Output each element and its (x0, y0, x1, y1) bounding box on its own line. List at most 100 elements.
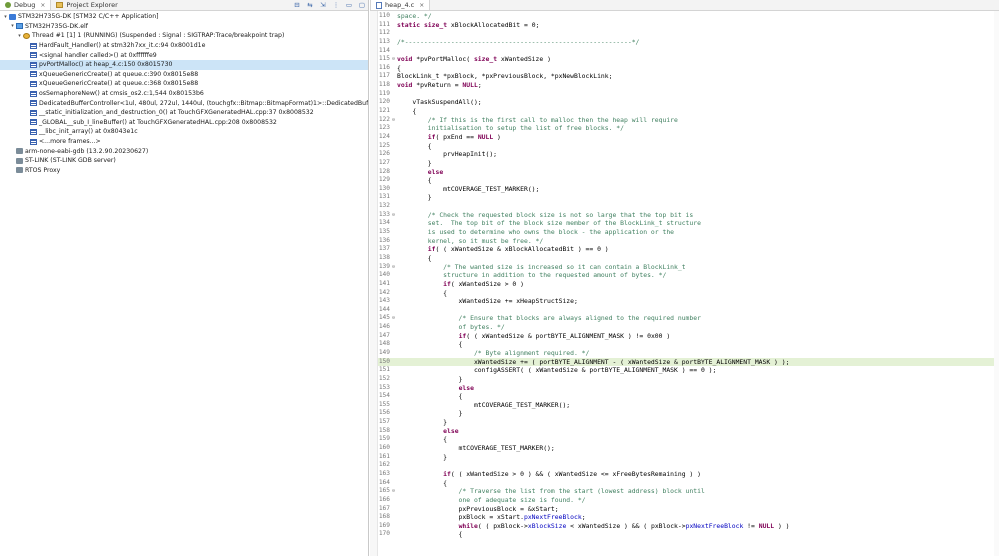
code-line[interactable]: 167 pxPreviousBlock = &xStart; (378, 505, 999, 514)
code-line[interactable]: 162 (378, 461, 999, 470)
tab-project-explorer[interactable]: Project Explorer (51, 0, 122, 10)
code-line[interactable]: 113 /*-----------------------------------… (378, 38, 999, 47)
tree-item[interactable]: __static_initialization_and_destruction_… (0, 108, 368, 118)
tab-heap-4-c[interactable]: heap_4.c × (370, 0, 431, 10)
tree-item[interactable]: ▾ Thread #1 [1] 1 (RUNNING) (Suspended : … (0, 31, 368, 41)
link-editor-icon[interactable]: ⇆ (306, 1, 314, 9)
code-line[interactable]: 170 { (378, 530, 999, 539)
tree-item[interactable]: __libc_init_array() at 0x8043e1c (0, 127, 368, 137)
code-line[interactable]: 122 ⊖ /* If this is the first call to mal… (378, 116, 999, 125)
code-line[interactable]: 126 prvHeapInit(); (378, 150, 999, 159)
code-line[interactable]: 133 ⊖ /* Check the requested block size i… (378, 211, 999, 220)
code-line[interactable]: 121 { (378, 107, 999, 116)
code-line[interactable]: 135 is used to determine who owns the bl… (378, 228, 999, 237)
code-line[interactable]: 141 if( xWantedSize > 0 ) (378, 280, 999, 289)
code-line[interactable]: 130 mtCOVERAGE_TEST_MARKER(); (378, 185, 999, 194)
code-line[interactable]: 134 set. The top bit of the block size m… (378, 219, 999, 228)
expand-toggle-icon[interactable]: ▾ (16, 33, 23, 39)
tree-item[interactable]: <...more frames...> (0, 137, 368, 147)
code-line[interactable]: 158 else (378, 427, 999, 436)
tree-item[interactable]: HardFault_Handler() at stm32h7xx_it.c:94… (0, 41, 368, 51)
tree-item[interactable]: ST-LINK (ST-LINK GDB server) (0, 156, 368, 166)
code-line[interactable]: 111 static size_t xBlockAllocatedBit = 0; (378, 21, 999, 30)
code-line[interactable]: 115 ⊖ void *pvPortMalloc( size_t xWantedSi… (378, 55, 999, 64)
code-line[interactable]: 125 { (378, 142, 999, 151)
code-line[interactable]: 154 { (378, 392, 999, 401)
tree-item[interactable]: ▾ STM32H735G-DK [STM32 C/C++ Application] (0, 12, 368, 22)
tree-item[interactable]: osSemaphoreNew() at cmsis_os2.c:1,544 0x… (0, 89, 368, 99)
tree-item[interactable]: RTOS Proxy (0, 166, 368, 176)
code-line[interactable]: 131 } (378, 193, 999, 202)
code-line[interactable]: 165 ⊖ /* Traverse the list from the start… (378, 487, 999, 496)
tree-item[interactable]: ▾ STM32H735G-DK.elf (0, 22, 368, 32)
code-line[interactable]: 137 if( ( xWantedSize & xBlockAllocatedB… (378, 245, 999, 254)
vertical-ruler[interactable] (370, 11, 378, 556)
expand-toggle-icon[interactable]: ▾ (2, 14, 9, 20)
tree-item[interactable]: DedicatedBufferController<1ul, 480ul, 27… (0, 98, 368, 108)
tree-item[interactable]: xQueueGenericCreate() at queue.c:368 0x8… (0, 79, 368, 89)
code-line[interactable]: 142 { (378, 289, 999, 298)
code-line[interactable]: 169 while( ( pxBlock->xBlockSize < xWant… (378, 522, 999, 531)
code-line[interactable]: 139 ⊖ /* The wanted size is increased so … (378, 263, 999, 272)
fold-toggle-icon[interactable]: ⊖ (390, 263, 397, 272)
code-line[interactable]: 146 of bytes. */ (378, 323, 999, 332)
step-filter-icon[interactable]: ⇲ (319, 1, 327, 9)
code-line[interactable]: 143 xWantedSize += xHeapStructSize; (378, 297, 999, 306)
current-line[interactable]: 150 xWantedSize += ( portBYTE_ALIGNMENT … (378, 357, 999, 367)
code-editor[interactable]: 110 space. */ 111 static size_t xBlockAlloc… (378, 12, 999, 556)
tree-item[interactable]: <signal handler called>() at 0xffffffe9 (0, 50, 368, 60)
code-line[interactable]: 164 { (378, 479, 999, 488)
code-line[interactable]: 114 (378, 47, 999, 56)
tree-item[interactable]: _GLOBAL__sub_I_lineBuffer() at TouchGFXG… (0, 118, 368, 128)
code-line[interactable]: 166 one of adequate size is found. */ (378, 496, 999, 505)
tab-debug[interactable]: Debug × (0, 0, 52, 10)
code-line[interactable]: 120 vTaskSuspendAll(); (378, 98, 999, 107)
code-line[interactable]: 112 (378, 29, 999, 38)
code-line[interactable]: 147 if( ( xWantedSize & portBYTE_ALIGNME… (378, 332, 999, 341)
code-line[interactable]: 160 mtCOVERAGE_TEST_MARKER(); (378, 444, 999, 453)
fold-toggle-icon[interactable]: ⊖ (390, 211, 397, 220)
code-line[interactable]: 128 else (378, 168, 999, 177)
fold-toggle-icon[interactable]: ⊖ (390, 116, 397, 125)
code-line[interactable]: 116 { (378, 64, 999, 73)
code-line[interactable]: 145 ⊖ /* Ensure that blocks are always al… (378, 314, 999, 323)
code-line[interactable]: 138 { (378, 254, 999, 263)
collapse-all-icon[interactable]: ⊟ (293, 1, 301, 9)
tree-item[interactable]: arm-none-eabi-gdb (13.2.90.20230627) (0, 146, 368, 156)
code-line[interactable]: 151 configASSERT( ( xWantedSize & portBY… (378, 366, 999, 375)
code-line[interactable]: 144 (378, 306, 999, 315)
code-line[interactable]: 132 (378, 202, 999, 211)
code-line[interactable]: 119 (378, 90, 999, 99)
code-line[interactable]: 118 void *pvReturn = NULL; (378, 81, 999, 90)
view-menu-icon[interactable]: ⋮ (332, 1, 340, 9)
code-line[interactable]: 117 BlockLink_t *pxBlock, *pxPreviousBloc… (378, 72, 999, 81)
code-line[interactable]: 123 initialisation to setup the list of … (378, 124, 999, 133)
code-line[interactable]: 140 structure in addition to the request… (378, 271, 999, 280)
code-line[interactable]: 156 } (378, 409, 999, 418)
code-line[interactable]: 159 { (378, 435, 999, 444)
expand-toggle-icon[interactable]: ▾ (9, 23, 16, 29)
maximize-icon[interactable]: ▢ (358, 1, 366, 9)
fold-toggle-icon[interactable]: ⊖ (390, 55, 397, 64)
code-line[interactable]: 110 space. */ (378, 12, 999, 21)
tree-item[interactable]: xQueueGenericCreate() at queue.c:390 0x8… (0, 70, 368, 80)
code-line[interactable]: 127 } (378, 159, 999, 168)
code-line[interactable]: 157 } (378, 418, 999, 427)
code-line[interactable]: 153 else (378, 384, 999, 393)
code-line[interactable]: 149 /* Byte alignment required. */ (378, 349, 999, 358)
code-line[interactable]: 136 kernel, so it must be free. */ (378, 237, 999, 246)
code-line[interactable]: 129 { (378, 176, 999, 185)
code-line[interactable]: 168 pxBlock = xStart.pxNextFreeBlock; (378, 513, 999, 522)
minimize-icon[interactable]: ▭ (345, 1, 353, 9)
code-line[interactable]: 148 { (378, 340, 999, 349)
fold-toggle-icon[interactable]: ⊖ (390, 487, 397, 496)
code-line[interactable]: 152 } (378, 375, 999, 384)
fold-toggle-icon[interactable]: ⊖ (390, 314, 397, 323)
close-icon[interactable]: × (40, 2, 45, 9)
tree-item[interactable]: pvPortMalloc() at heap_4.c:150 0x8015730 (0, 59, 368, 70)
close-icon[interactable]: × (419, 2, 424, 9)
code-line[interactable]: 163 if( ( xWantedSize > 0 ) && ( xWanted… (378, 470, 999, 479)
code-line[interactable]: 124 if( pxEnd == NULL ) (378, 133, 999, 142)
code-line[interactable]: 155 mtCOVERAGE_TEST_MARKER(); (378, 401, 999, 410)
code-line[interactable]: 161 } (378, 453, 999, 462)
